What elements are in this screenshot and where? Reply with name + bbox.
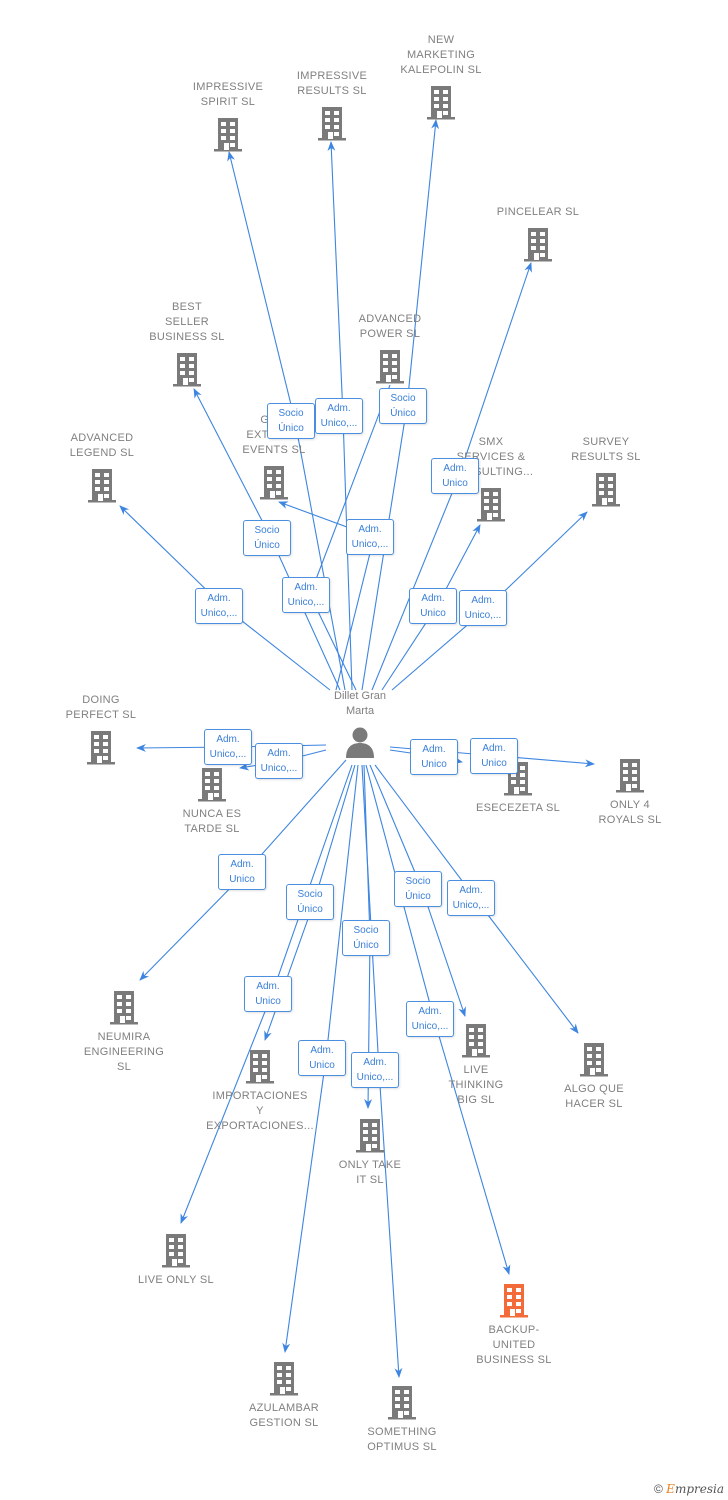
role-label-new-marketing[interactable]: Socio Único [379,388,427,424]
company-node-pincelear[interactable]: PINCELEAR SL [468,205,608,267]
highlighted-building-icon [444,1282,584,1323]
company-name: NEUMIRA ENGINEERING SL [83,1031,165,1073]
building-icon [117,351,257,392]
company-node-best-seller[interactable]: BEST SELLER BUSINESS SL [117,300,257,392]
company-name: ADVANCED LEGEND SL [69,432,135,459]
company-node-survey-results[interactable]: SURVEY RESULTS SL [536,435,676,512]
company-name: ONLY 4 ROYALS SL [598,799,662,826]
building-icon [536,471,676,512]
company-node-neumira[interactable]: NEUMIRA ENGINEERING SL [54,989,194,1075]
role-label-impressive-results[interactable]: Adm. Unico,... [315,398,363,434]
company-node-doing-perfect[interactable]: DOING PERFECT SL [31,693,171,770]
role-label-live-thinking-big[interactable]: Socio Único [394,871,442,907]
company-name: ONLY TAKE IT SL [338,1159,402,1186]
building-icon [371,84,511,125]
role-label-neumira[interactable]: Adm. Unico [218,854,266,890]
company-name: SURVEY RESULTS SL [571,436,641,463]
company-node-live-only[interactable]: LIVE ONLY SL [106,1232,246,1288]
company-node-something-optimus[interactable]: SOMETHING OPTIMUS SL [332,1384,472,1455]
role-label-advanced-legend[interactable]: Adm. Unico,... [195,588,243,624]
building-icon [54,989,194,1030]
company-name: LIVE ONLY SL [138,1274,214,1286]
company-node-advanced-power[interactable]: ADVANCED POWER SL [320,312,460,389]
building-icon [524,1041,664,1082]
role-label-pincelear[interactable]: Adm. Unico [431,458,479,494]
company-name: NEW MARKETING KALEPOLIN SL [400,34,482,76]
footer-brand: © Empresia [654,1482,724,1496]
person-icon [346,727,374,758]
building-icon [468,226,608,267]
role-label-survey-results[interactable]: Adm. Unico,... [459,590,507,626]
company-node-advanced-legend[interactable]: ADVANCED LEGEND SL [32,431,172,508]
person-name: Dillet Gran Marta [334,690,386,717]
company-name: NUNCA ES TARDE SL [182,808,242,835]
role-label-nunca-es-tarde[interactable]: Adm. Unico,... [255,743,303,779]
company-node-new-marketing[interactable]: NEW MARKETING KALEPOLIN SL [371,33,511,125]
role-label-green-extreme[interactable]: Adm. Unico,... [346,519,394,555]
company-node-only-4-royals[interactable]: ONLY 4 ROYALS SL [560,757,700,828]
brand-initial: E [666,1482,675,1496]
company-node-algo-que-hacer[interactable]: ALGO QUE HACER SL [524,1041,664,1112]
role-label-smx[interactable]: Adm. Unico [409,588,457,624]
role-label-algo-que-hacer[interactable]: Adm. Unico,... [447,880,495,916]
copyright-icon: © [653,1482,663,1496]
company-node-backup-united[interactable]: BACKUP- UNITED BUSINESS SL [444,1282,584,1368]
company-name: SOMETHING OPTIMUS SL [367,1426,437,1453]
role-label-doing-perfect[interactable]: Adm. Unico,... [204,729,252,765]
company-name: PINCELEAR SL [496,206,580,218]
role-label-best-seller[interactable]: Socio Único [243,520,291,556]
building-icon [32,467,172,508]
role-label-backup-united[interactable]: Adm. Unico,... [406,1001,454,1037]
role-label-only-4-royals[interactable]: Adm. Unico [470,738,518,774]
center-person-node[interactable]: Dillet Gran Marta [318,689,402,759]
building-icon [560,757,700,798]
role-label-importaciones[interactable]: Socio Único [286,884,334,920]
company-name: ADVANCED POWER SL [358,313,422,340]
company-name: BEST SELLER BUSINESS SL [149,301,225,343]
company-name: BACKUP- UNITED BUSINESS SL [476,1324,552,1366]
role-label-only-take-it[interactable]: Socio Único [342,920,390,956]
building-icon [204,464,344,505]
role-label-impressive-spirit[interactable]: Socio Único [267,403,315,439]
company-name: ALGO QUE HACER SL [564,1083,624,1110]
building-icon [31,729,171,770]
building-icon [332,1384,472,1425]
brand-name: mpresia [674,1482,724,1496]
role-label-azulambar[interactable]: Adm. Unico [298,1040,346,1076]
building-icon [320,348,460,389]
role-label-something-optimus[interactable]: Adm. Unico,... [351,1052,399,1088]
company-name: DOING PERFECT SL [65,694,137,721]
role-label-live-only[interactable]: Adm. Unico [244,976,292,1012]
building-icon [106,1232,246,1273]
role-label-esecezeta[interactable]: Adm. Unico [410,739,458,775]
role-label-advanced-power[interactable]: Adm. Unico,... [282,577,330,613]
building-icon [300,1117,440,1158]
company-node-only-take-it[interactable]: ONLY TAKE IT SL [300,1117,440,1188]
